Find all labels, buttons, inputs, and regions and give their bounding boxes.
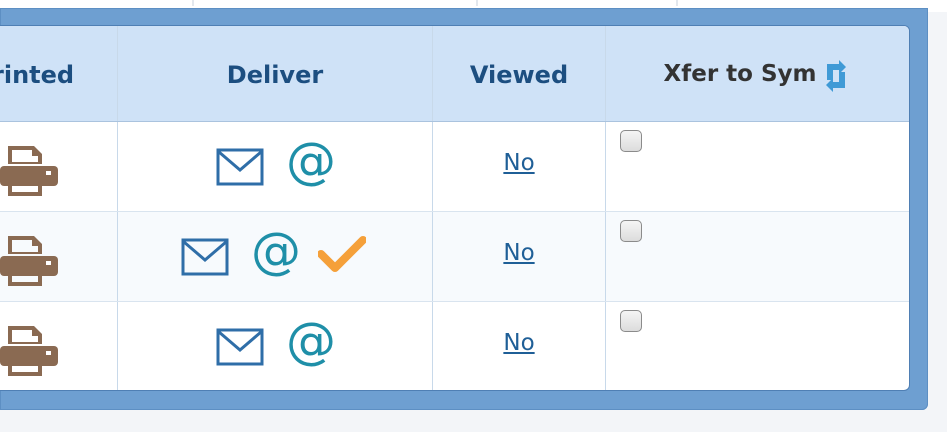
sync-icon[interactable] bbox=[824, 60, 848, 92]
viewed-link[interactable]: No bbox=[433, 330, 605, 356]
at-icon[interactable]: @ bbox=[251, 226, 301, 276]
viewed-link[interactable]: No bbox=[433, 150, 605, 176]
printer-icon[interactable] bbox=[0, 326, 58, 376]
table-row: @ No bbox=[0, 302, 909, 390]
printed-cell bbox=[0, 302, 118, 390]
viewed-link[interactable]: No bbox=[433, 240, 605, 266]
at-icon[interactable]: @ bbox=[286, 316, 336, 366]
xfer-cell bbox=[606, 122, 909, 211]
divider bbox=[476, 0, 478, 6]
deliver-cell: @ bbox=[118, 302, 433, 390]
xfer-cell bbox=[606, 212, 909, 301]
at-icon[interactable]: @ bbox=[286, 136, 336, 186]
divider bbox=[192, 0, 194, 6]
xfer-cell bbox=[606, 302, 909, 390]
header-printed[interactable]: rinted bbox=[0, 26, 118, 121]
viewed-cell: No bbox=[433, 212, 606, 301]
xfer-checkbox[interactable] bbox=[620, 130, 642, 152]
divider bbox=[676, 0, 678, 6]
xfer-checkbox[interactable] bbox=[620, 310, 642, 332]
header-viewed-label: Viewed bbox=[469, 61, 569, 89]
printer-icon[interactable] bbox=[0, 146, 58, 196]
printer-icon[interactable] bbox=[0, 236, 58, 286]
printed-cell bbox=[0, 122, 118, 211]
table-row: @ No bbox=[0, 212, 909, 302]
mail-icon[interactable] bbox=[181, 238, 229, 276]
mail-icon[interactable] bbox=[216, 328, 264, 366]
table-row: @ No bbox=[0, 122, 909, 212]
header-viewed[interactable]: Viewed bbox=[433, 26, 606, 121]
header-xfer-to-sym[interactable]: Xfer to Sym bbox=[606, 26, 909, 121]
table-header: rinted Deliver Viewed Xfer to Sym bbox=[0, 26, 909, 122]
deliver-cell: @ bbox=[118, 212, 433, 301]
header-deliver-label: Deliver bbox=[226, 61, 324, 89]
header-printed-label: rinted bbox=[0, 61, 75, 89]
xfer-checkbox[interactable] bbox=[620, 220, 642, 242]
viewed-cell: No bbox=[433, 302, 606, 390]
viewed-cell: No bbox=[433, 122, 606, 211]
mail-icon[interactable] bbox=[216, 148, 264, 186]
printed-cell bbox=[0, 212, 118, 301]
header-deliver[interactable]: Deliver bbox=[118, 26, 433, 121]
deliver-cell: @ bbox=[118, 122, 433, 211]
delivery-table: rinted Deliver Viewed Xfer to Sym @ No @… bbox=[0, 25, 910, 391]
checkmark-icon bbox=[318, 236, 366, 272]
